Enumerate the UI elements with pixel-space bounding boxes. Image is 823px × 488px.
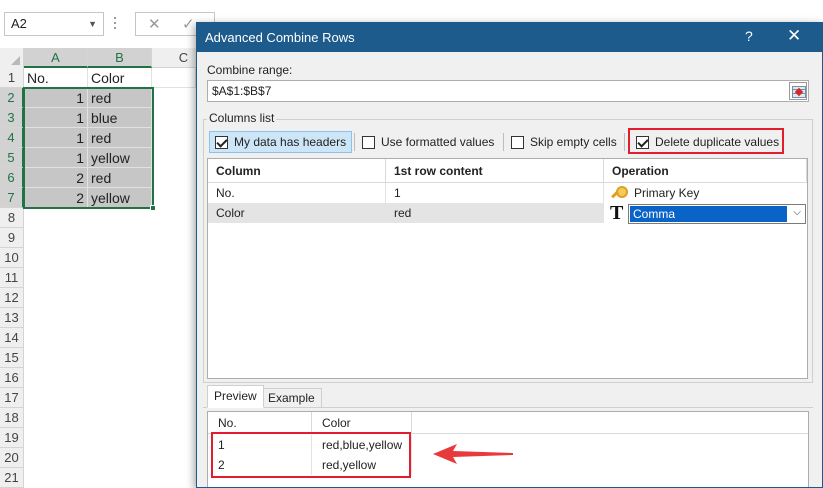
- chevron-down-icon[interactable]: ⌵: [793, 207, 801, 218]
- cell-b2[interactable]: red: [88, 88, 152, 108]
- preview-cell: 2: [208, 455, 312, 475]
- operation-cell: Primary Key: [634, 186, 700, 200]
- row-header-12[interactable]: 12: [0, 288, 24, 308]
- row-header-15[interactable]: 15: [0, 348, 24, 368]
- use-formatted-values-checkbox[interactable]: Use formatted values: [357, 131, 499, 153]
- cell-b1[interactable]: Color: [88, 68, 152, 88]
- cell-a4[interactable]: 1: [24, 128, 88, 148]
- row-header-10[interactable]: 10: [0, 248, 24, 268]
- checkbox-checked-icon: [215, 135, 228, 149]
- text-icon: T: [610, 202, 624, 224]
- checkbox-label: Skip empty cells: [530, 135, 617, 149]
- cell-c1[interactable]: [152, 68, 196, 88]
- operation-dropdown-value: Comma: [630, 206, 787, 222]
- enter-icon[interactable]: ✓: [182, 15, 195, 33]
- row-header-17[interactable]: 17: [0, 388, 24, 408]
- preview-cell: red,blue,yellow: [312, 435, 412, 455]
- red-arrow-annotation: [433, 444, 513, 464]
- select-all-button[interactable]: [0, 48, 24, 68]
- row-header-21[interactable]: 21: [0, 468, 24, 488]
- row-header-9[interactable]: 9: [0, 228, 24, 248]
- cell-a3[interactable]: 1: [24, 108, 88, 128]
- column-name-cell: No.: [208, 183, 386, 203]
- my-data-has-headers-checkbox[interactable]: My data has headers: [209, 131, 353, 153]
- first-row-cell: 1: [386, 183, 604, 203]
- checkbox-unchecked-icon: [511, 135, 524, 149]
- preview-cell: red,yellow: [312, 455, 412, 475]
- advanced-combine-rows-dialog: Advanced Combine Rows ? ✕ Combine range:…: [196, 22, 823, 488]
- preview-cell: 1: [208, 435, 312, 455]
- column-header[interactable]: Column: [208, 159, 386, 183]
- column-header-a[interactable]: A: [24, 48, 88, 68]
- tab-example[interactable]: Example: [261, 388, 322, 408]
- row-header-2[interactable]: 2: [0, 88, 24, 108]
- row-header-7[interactable]: 7: [0, 188, 24, 208]
- cell-b5[interactable]: yellow: [88, 148, 152, 168]
- row-header-16[interactable]: 16: [0, 368, 24, 388]
- cell-b3[interactable]: blue: [88, 108, 152, 128]
- row-header-14[interactable]: 14: [0, 328, 24, 348]
- delete-duplicate-values-checkbox[interactable]: Delete duplicate values: [631, 131, 784, 153]
- option-divider: [503, 133, 504, 151]
- row-header-6[interactable]: 6: [0, 168, 24, 188]
- row-header-8[interactable]: 8: [0, 208, 24, 228]
- option-divider: [624, 133, 625, 151]
- cell-a1[interactable]: No.: [24, 68, 88, 88]
- checkbox-label: My data has headers: [234, 135, 347, 149]
- preview-no-header[interactable]: No.: [208, 412, 312, 434]
- range-select-icon[interactable]: [789, 82, 807, 100]
- checkbox-label: Delete duplicate values: [655, 135, 780, 149]
- formula-bar-grip: [114, 14, 116, 34]
- row-header-19[interactable]: 19: [0, 428, 24, 448]
- first-row-content-header[interactable]: 1st row content: [386, 159, 604, 183]
- row-header-20[interactable]: 20: [0, 448, 24, 468]
- cell-b4[interactable]: red: [88, 128, 152, 148]
- name-box[interactable]: A2 ▼: [4, 12, 104, 36]
- row-header-11[interactable]: 11: [0, 268, 24, 288]
- row-header-5[interactable]: 5: [0, 148, 24, 168]
- cell-a6[interactable]: 2: [24, 168, 88, 188]
- preview-color-header[interactable]: Color: [312, 412, 412, 434]
- column-header-b[interactable]: B: [88, 48, 152, 68]
- tab-preview[interactable]: Preview: [207, 385, 264, 408]
- checkbox-label: Use formatted values: [381, 135, 495, 149]
- column-name-cell: Color: [208, 203, 386, 223]
- option-divider: [354, 133, 355, 151]
- help-button[interactable]: ?: [745, 28, 753, 44]
- cell-a5[interactable]: 1: [24, 148, 88, 168]
- preview-empty-header: [412, 412, 808, 434]
- first-row-cell: red: [386, 203, 604, 223]
- operation-header[interactable]: Operation: [604, 159, 807, 183]
- row-header-18[interactable]: 18: [0, 408, 24, 428]
- row-header-1[interactable]: 1: [0, 68, 24, 88]
- cancel-icon[interactable]: ✕: [148, 15, 161, 33]
- checkbox-unchecked-icon: [362, 135, 375, 149]
- name-box-value: A2: [11, 16, 27, 31]
- skip-empty-cells-checkbox[interactable]: Skip empty cells: [506, 131, 622, 153]
- row-header-4[interactable]: 4: [0, 128, 24, 148]
- row-header-3[interactable]: 3: [0, 108, 24, 128]
- cell-b6[interactable]: red: [88, 168, 152, 188]
- dialog-titlebar[interactable]: Advanced Combine Rows ? ✕: [197, 23, 822, 52]
- key-icon: [610, 185, 628, 201]
- columns-table[interactable]: Column 1st row content Operation No. 1 P…: [207, 158, 808, 379]
- columns-list-label: Columns list: [207, 111, 277, 125]
- row-header-13[interactable]: 13: [0, 308, 24, 328]
- cell-a7[interactable]: 2: [24, 188, 88, 208]
- dialog-title: Advanced Combine Rows: [205, 30, 355, 45]
- cell-a2[interactable]: 1: [24, 88, 88, 108]
- chevron-down-icon[interactable]: ▼: [88, 13, 97, 35]
- checkbox-checked-icon: [636, 135, 649, 149]
- cell-b7[interactable]: yellow: [88, 188, 152, 208]
- combine-range-input[interactable]: [207, 80, 809, 102]
- combine-range-label: Combine range:: [207, 63, 293, 77]
- operation-dropdown[interactable]: Comma ⌵: [628, 204, 806, 224]
- close-button[interactable]: ✕: [787, 26, 801, 46]
